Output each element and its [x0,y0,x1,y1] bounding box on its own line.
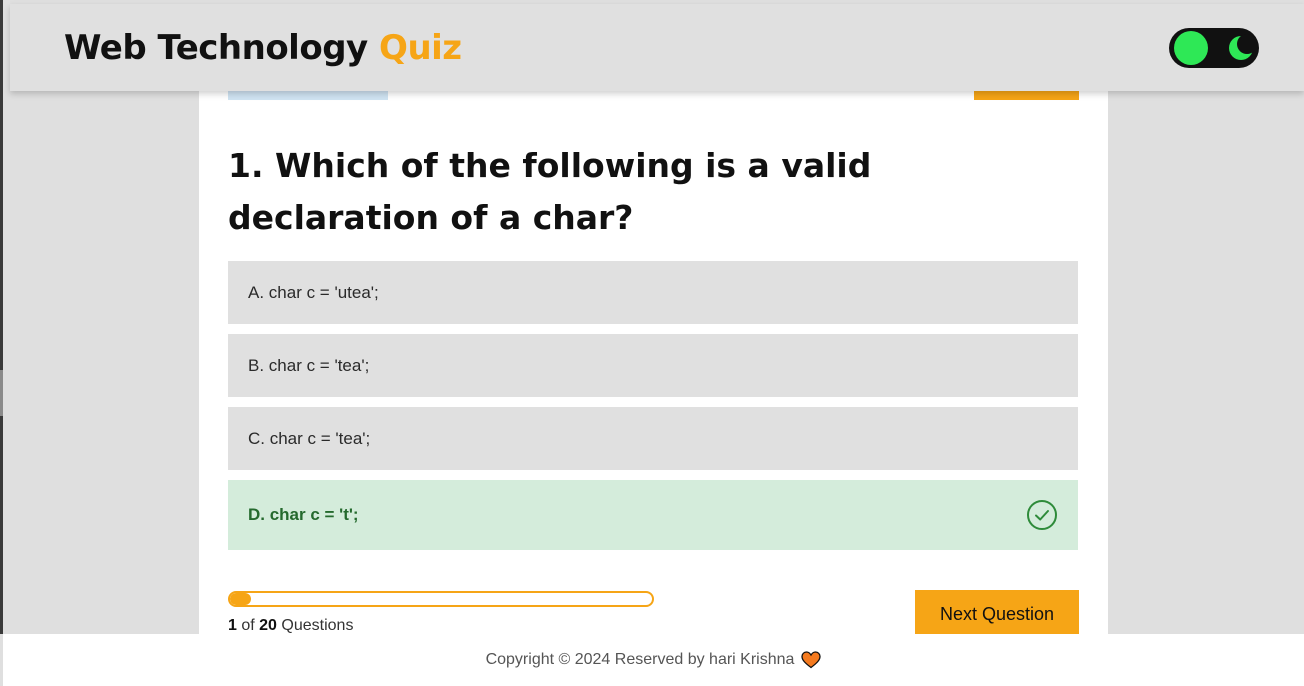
copyright-text: Copyright © 2024 Reserved by hari Krishn… [485,651,795,668]
circle-knob-icon [1174,31,1208,65]
option-b[interactable]: B. char c = 'tea'; [228,334,1078,397]
heart-icon [801,651,822,669]
progress-counter: 1 of 20 Questions [228,617,353,635]
theme-toggle[interactable] [1169,28,1259,68]
question-text: 1. Which of the following is a valid dec… [228,146,872,237]
app-title-accent: Quiz [379,28,462,68]
option-b-label: B. char c = 'tea'; [248,355,370,375]
progress-current: 1 [228,617,237,634]
options-list: A. char c = 'utea'; B. char c = 'tea'; C… [228,261,1078,560]
progress-suffix: Questions [281,617,354,634]
app-title-main: Web Technology [64,28,368,68]
progress-total: 20 [259,617,277,634]
app-header: Web Technology Quiz [10,4,1304,91]
option-a-label: A. char c = 'utea'; [248,282,379,302]
next-question-button[interactable]: Next Question [915,590,1079,638]
app-title: Web Technology Quiz [64,28,462,68]
window-edge-mark [0,370,3,416]
progress-of: of [241,617,255,634]
page-footer: Copyright © 2024 Reserved by hari Krishn… [3,634,1304,686]
option-d-label: D. char c = 't'; [248,505,359,524]
progress-bar [228,591,654,607]
check-circle-icon [1027,500,1057,530]
window-edge [0,0,3,634]
option-a[interactable]: A. char c = 'utea'; [228,261,1078,324]
progress-fill [230,593,252,605]
moon-icon [1229,34,1255,60]
option-d[interactable]: D. char c = 't'; [228,480,1078,550]
quiz-card: 1. Which of the following is a valid dec… [199,60,1108,640]
option-c-label: C. char c = 'tea'; [248,428,371,448]
option-c[interactable]: C. char c = 'tea'; [228,407,1078,470]
